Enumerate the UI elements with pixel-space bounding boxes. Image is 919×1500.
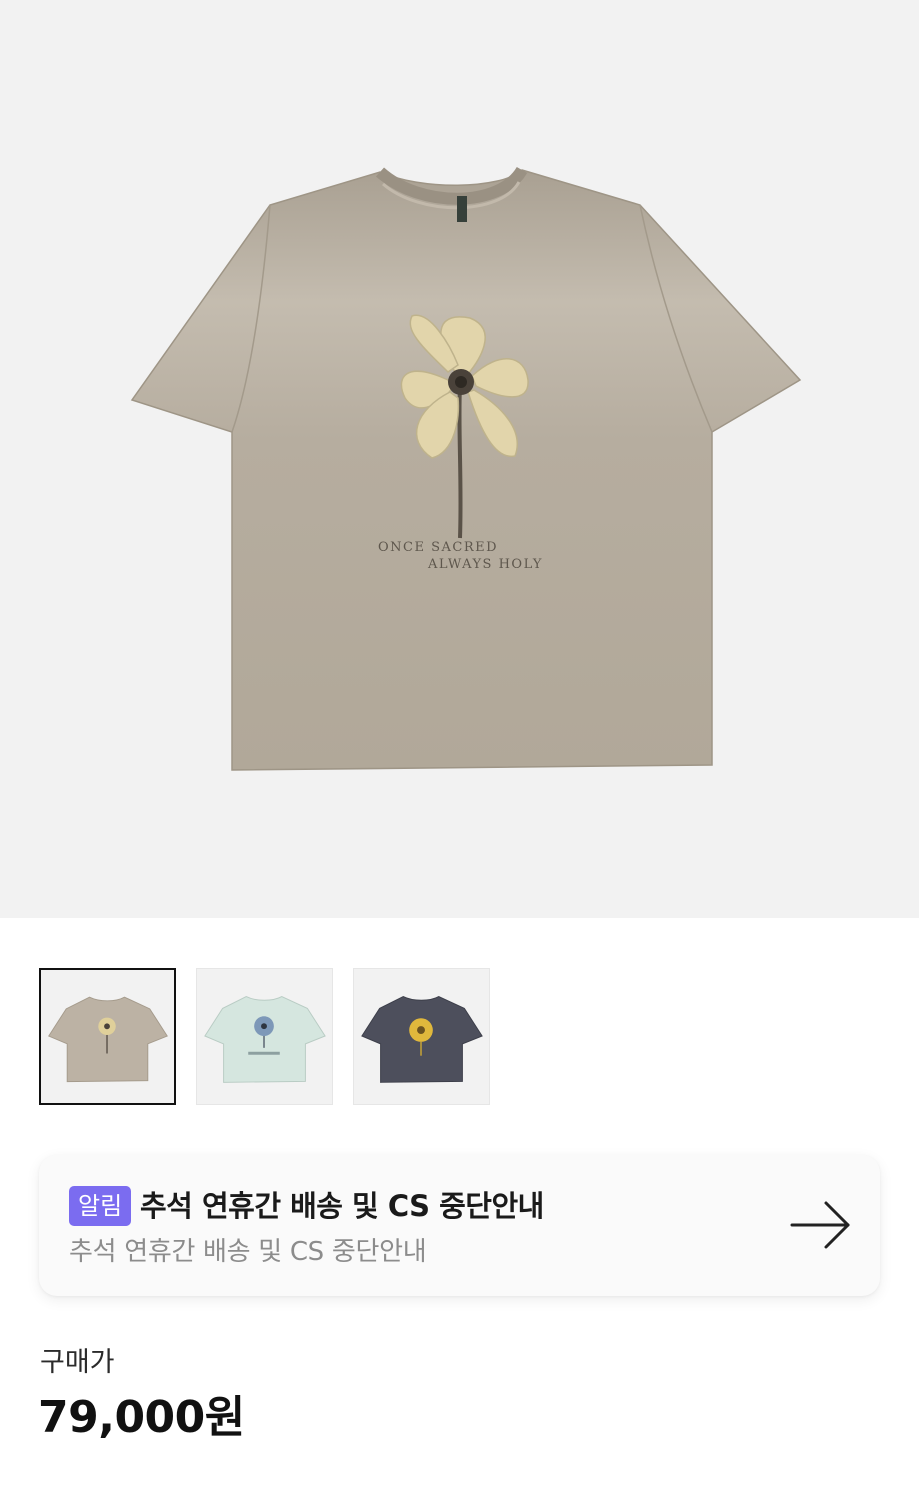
shirt-print-line1: ONCE SACRED: [378, 540, 498, 555]
price-label: 구매가: [40, 1347, 115, 1378]
thumbnail-charcoal[interactable]: [353, 968, 490, 1105]
thumbnail-charcoal-image: [361, 996, 483, 1083]
thumbnail-strip: [39, 968, 490, 1105]
arrow-right-icon[interactable]: [790, 1199, 852, 1251]
shirt-print-line2: ALWAYS HOLY: [427, 557, 543, 572]
notice-title: 추석 연휴간 배송 및 CS 중단안내: [140, 1189, 544, 1223]
notice-banner[interactable]: 알림 추석 연휴간 배송 및 CS 중단안내 추석 연휴간 배송 및 CS 중단…: [39, 1155, 880, 1296]
price-value: 79,000원: [38, 1392, 245, 1443]
notice-badge: 알림: [69, 1186, 132, 1226]
notice-subtitle: 추석 연휴간 배송 및 CS 중단안내: [69, 1237, 427, 1267]
thumbnail-mint-image: [204, 996, 326, 1083]
thumbnail-beige[interactable]: [39, 968, 176, 1105]
tshirt-image: ONCE SACRED ALWAYS HOLY: [130, 166, 802, 771]
thumbnail-mint[interactable]: [196, 968, 333, 1105]
thumbnail-beige-image: [48, 996, 168, 1083]
product-main-image: ONCE SACRED ALWAYS HOLY: [0, 0, 919, 918]
